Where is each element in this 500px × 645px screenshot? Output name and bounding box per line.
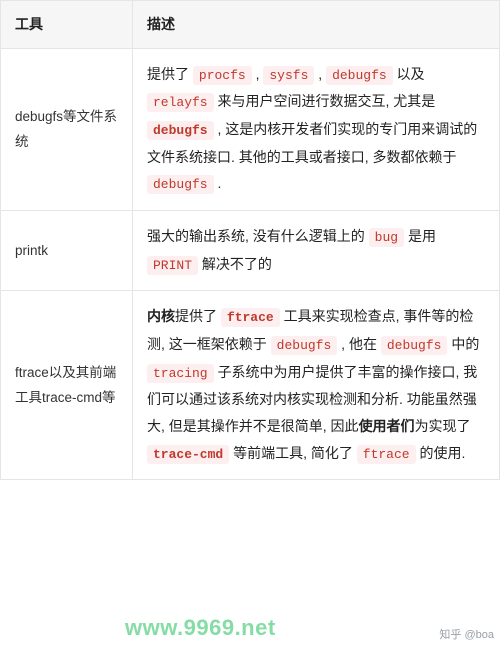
inline-code: PRINT (147, 256, 198, 275)
header-desc: 描述 (133, 1, 500, 49)
tool-name-cell: ftrace以及其前端工具trace-cmd等 (1, 291, 133, 480)
inline-code: debugfs (381, 336, 448, 355)
inline-code: bug (369, 228, 404, 247)
inline-code: ftrace (357, 445, 416, 464)
inline-code: debugfs (271, 336, 338, 355)
attribution-text: 知乎 @boa (439, 626, 494, 642)
tool-name-cell: printk (1, 210, 133, 290)
watermark-text: www.9969.net (125, 615, 276, 641)
inline-code: sysfs (263, 66, 314, 85)
table-row: printk强大的输出系统, 没有什么逻辑上的 bug 是用 PRINT 解决不… (1, 210, 500, 290)
inline-code: debugfs (147, 175, 214, 194)
inline-code: debugfs (326, 66, 393, 85)
tool-desc-cell: 提供了 procfs , sysfs , debugfs 以及 relayfs … (133, 48, 500, 210)
table-row: debugfs等文件系统提供了 procfs , sysfs , debugfs… (1, 48, 500, 210)
inline-code: trace-cmd (147, 445, 229, 464)
bold-text: 使用者们 (359, 418, 415, 434)
inline-code: procfs (193, 66, 252, 85)
inline-code: debugfs (147, 121, 214, 140)
tool-desc-cell: 内核提供了 ftrace 工具来实现检查点, 事件等的检测, 这一框架依赖于 d… (133, 291, 500, 480)
table-row: ftrace以及其前端工具trace-cmd等内核提供了 ftrace 工具来实… (1, 291, 500, 480)
tool-desc-cell: 强大的输出系统, 没有什么逻辑上的 bug 是用 PRINT 解决不了的 (133, 210, 500, 290)
inline-code: tracing (147, 364, 214, 383)
tool-name-cell: debugfs等文件系统 (1, 48, 133, 210)
tools-table: 工具 描述 debugfs等文件系统提供了 procfs , sysfs , d… (0, 0, 500, 480)
inline-code: ftrace (221, 308, 280, 327)
header-tool: 工具 (1, 1, 133, 49)
table-header-row: 工具 描述 (1, 1, 500, 49)
bold-text: 内核 (147, 308, 175, 324)
inline-code: relayfs (147, 93, 214, 112)
